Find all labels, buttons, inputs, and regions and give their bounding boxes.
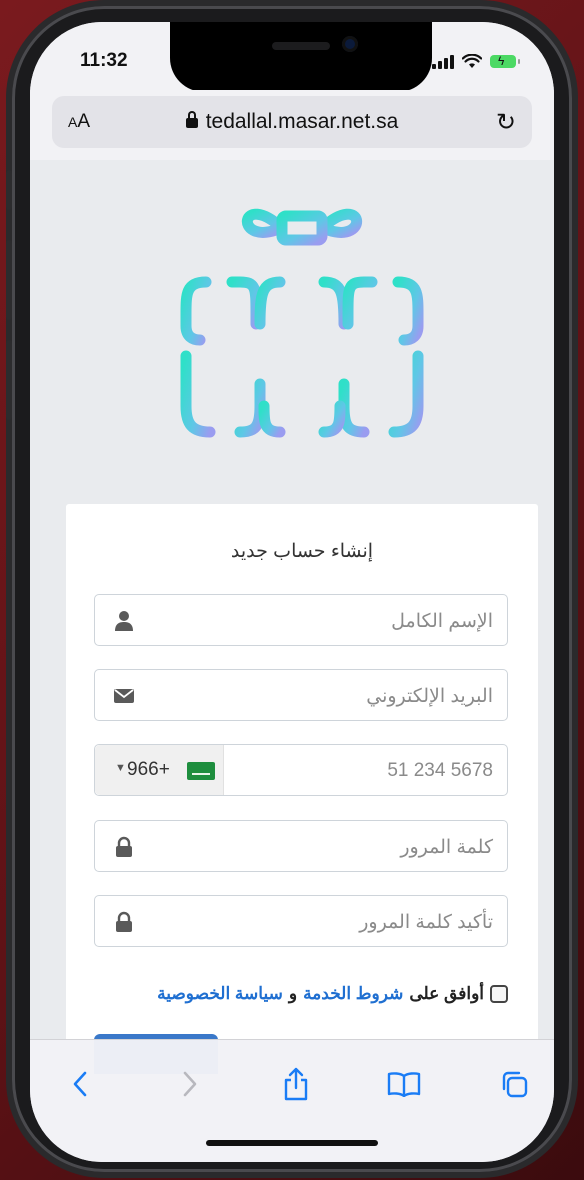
tabs-button[interactable] [490, 1060, 538, 1108]
back-icon [73, 1071, 87, 1097]
terms-of-service-link[interactable]: شروط الخدمة [303, 984, 403, 1004]
volume-down-button [6, 340, 12, 420]
mute-switch [6, 170, 12, 210]
screen: 11:32 ϟ AA tedallal.masar.net.sa ↻ إنشاء… [30, 22, 554, 1162]
lock-icon [116, 911, 132, 932]
home-indicator [206, 1140, 378, 1146]
phone-placeholder: 5678 234 51 [387, 760, 493, 781]
phone-input[interactable]: ▼ 966+ 5678 234 51 [94, 744, 508, 796]
url-display[interactable]: tedallal.masar.net.sa [52, 110, 532, 134]
terms-row: أوافق على شروط الخدمة و سياسة الخصوصية [157, 984, 508, 1004]
back-button[interactable] [56, 1060, 104, 1108]
system-icons: ϟ [432, 54, 520, 69]
saudi-flag-icon [187, 762, 215, 780]
status-bar: 11:32 ϟ [30, 22, 554, 94]
browser-address-area: AA tedallal.masar.net.sa ↻ [30, 90, 554, 161]
terms-prefix: أوافق على [409, 984, 484, 1003]
lock-icon [185, 111, 198, 128]
password-placeholder: كلمة المرور [400, 837, 493, 858]
confirm-password-input[interactable]: تأكيد كلمة المرور [94, 895, 508, 947]
email-input[interactable]: البريد الإلكتروني [94, 669, 508, 721]
email-placeholder: البريد الإلكتروني [366, 686, 493, 707]
full-name-input[interactable]: الإسم الكامل [94, 594, 508, 646]
envelope-icon [114, 689, 134, 703]
battery-charging-icon: ϟ [490, 54, 520, 68]
page-content: إنشاء حساب جديد الإسم الكامل البريد الإل… [30, 160, 554, 1074]
forward-icon [183, 1071, 197, 1097]
reload-icon[interactable]: ↻ [496, 108, 516, 137]
country-code-select[interactable]: ▼ 966+ [95, 745, 224, 795]
gift-logo [180, 208, 424, 438]
country-code: 966+ [127, 759, 170, 780]
tabs-icon [502, 1071, 528, 1098]
privacy-policy-link[interactable]: سياسة الخصوصية [157, 984, 283, 1004]
terms-and: و [288, 984, 298, 1003]
caret-down-icon: ▼ [115, 762, 126, 774]
status-time: 11:32 [80, 50, 128, 71]
url-text: tedallal.masar.net.sa [205, 110, 399, 133]
share-button[interactable] [272, 1060, 320, 1108]
lock-icon [116, 836, 132, 857]
speaker [272, 42, 330, 50]
address-bar[interactable]: AA tedallal.masar.net.sa ↻ [52, 96, 532, 148]
terms-checkbox[interactable] [490, 985, 508, 1003]
cellular-signal-icon [432, 54, 454, 69]
password-input[interactable]: كلمة المرور [94, 820, 508, 872]
signup-card: إنشاء حساب جديد الإسم الكامل البريد الإل… [66, 504, 538, 1074]
form-title: إنشاء حساب جديد [230, 541, 374, 562]
confirm-password-placeholder: تأكيد كلمة المرور [359, 912, 493, 933]
notch [170, 22, 432, 92]
wifi-icon [462, 54, 482, 68]
full-name-placeholder: الإسم الكامل [391, 611, 493, 632]
bookmarks-icon [387, 1072, 421, 1097]
bookmarks-button[interactable] [380, 1060, 428, 1108]
share-icon [284, 1067, 308, 1101]
volume-up-button [6, 240, 12, 320]
user-icon [115, 611, 133, 631]
browser-toolbar [30, 1039, 554, 1162]
forward-button[interactable] [166, 1060, 214, 1108]
front-camera [342, 36, 358, 52]
